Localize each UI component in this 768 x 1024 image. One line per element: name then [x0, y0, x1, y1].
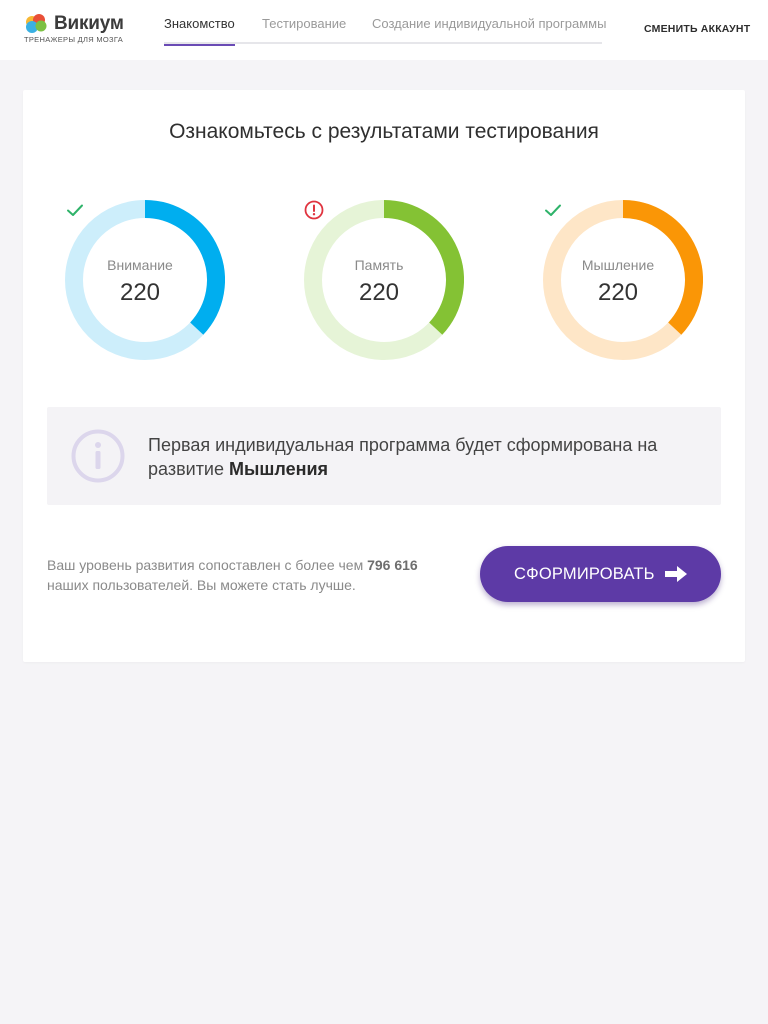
brain-logo-icon	[26, 14, 47, 33]
recommendation-skill: Мышления	[229, 459, 329, 479]
gauge-label: Внимание	[107, 257, 173, 273]
gauge-value: 220	[358, 279, 400, 306]
brand-tagline: ТРЕНАЖЕРЫ ДЛЯ МОЗГА	[24, 35, 124, 44]
gauge-label: Память	[354, 257, 404, 273]
tab-testing[interactable]: Тестирование	[262, 16, 346, 44]
check-icon	[67, 204, 83, 216]
gauge-thinking: Мышление 220	[543, 200, 703, 360]
gauge-label: Мышление	[581, 257, 655, 273]
gauge-attention: Внимание 220	[65, 200, 225, 360]
recommendation-box: Первая индивидуальная программа будет сф…	[47, 407, 721, 505]
switch-account-button[interactable]: СМЕНИТЬ АККАУНТ	[644, 23, 750, 35]
brand-name: Викиум	[54, 13, 124, 34]
recommendation-text: Первая индивидуальная программа будет сф…	[148, 433, 721, 481]
comparison-suffix: наших пользователей. Вы можете стать луч…	[47, 576, 356, 593]
brand-logo[interactable]: Викиум ТРЕНАЖЕРЫ ДЛЯ МОЗГА	[24, 13, 134, 46]
progress-nav: Знакомство Тестирование Создание индивид…	[164, 0, 606, 46]
page-title: Ознакомьтесь с результатами тестирования	[169, 120, 599, 143]
warning-icon	[304, 200, 324, 220]
comparison-prefix: Ваш уровень развития сопоставлен с более…	[47, 557, 368, 573]
generate-button-label: СФОРМИРОВАТЬ	[514, 565, 655, 583]
tab-introduction[interactable]: Знакомство	[164, 16, 235, 46]
gauge-memory: Память 220	[304, 200, 464, 360]
top-header: Викиум ТРЕНАЖЕРЫ ДЛЯ МОЗГА Знакомство Те…	[0, 0, 768, 60]
users-count: 796 616	[367, 557, 418, 573]
results-card: Ознакомьтесь с результатами тестирования…	[23, 90, 745, 662]
gauge-value: 220	[597, 279, 639, 306]
tab-program-creation[interactable]: Создание индивидуальной программы	[372, 16, 606, 44]
recommendation-prefix: Первая индивидуальная программа будет сф…	[148, 435, 658, 479]
comparison-text: Ваш уровень развития сопоставлен с более…	[47, 556, 457, 595]
gauge-value: 220	[119, 279, 161, 306]
info-icon	[71, 429, 125, 483]
generate-program-button[interactable]: СФОРМИРОВАТЬ	[480, 546, 721, 602]
check-icon	[545, 204, 561, 216]
arrow-right-icon	[665, 566, 687, 582]
